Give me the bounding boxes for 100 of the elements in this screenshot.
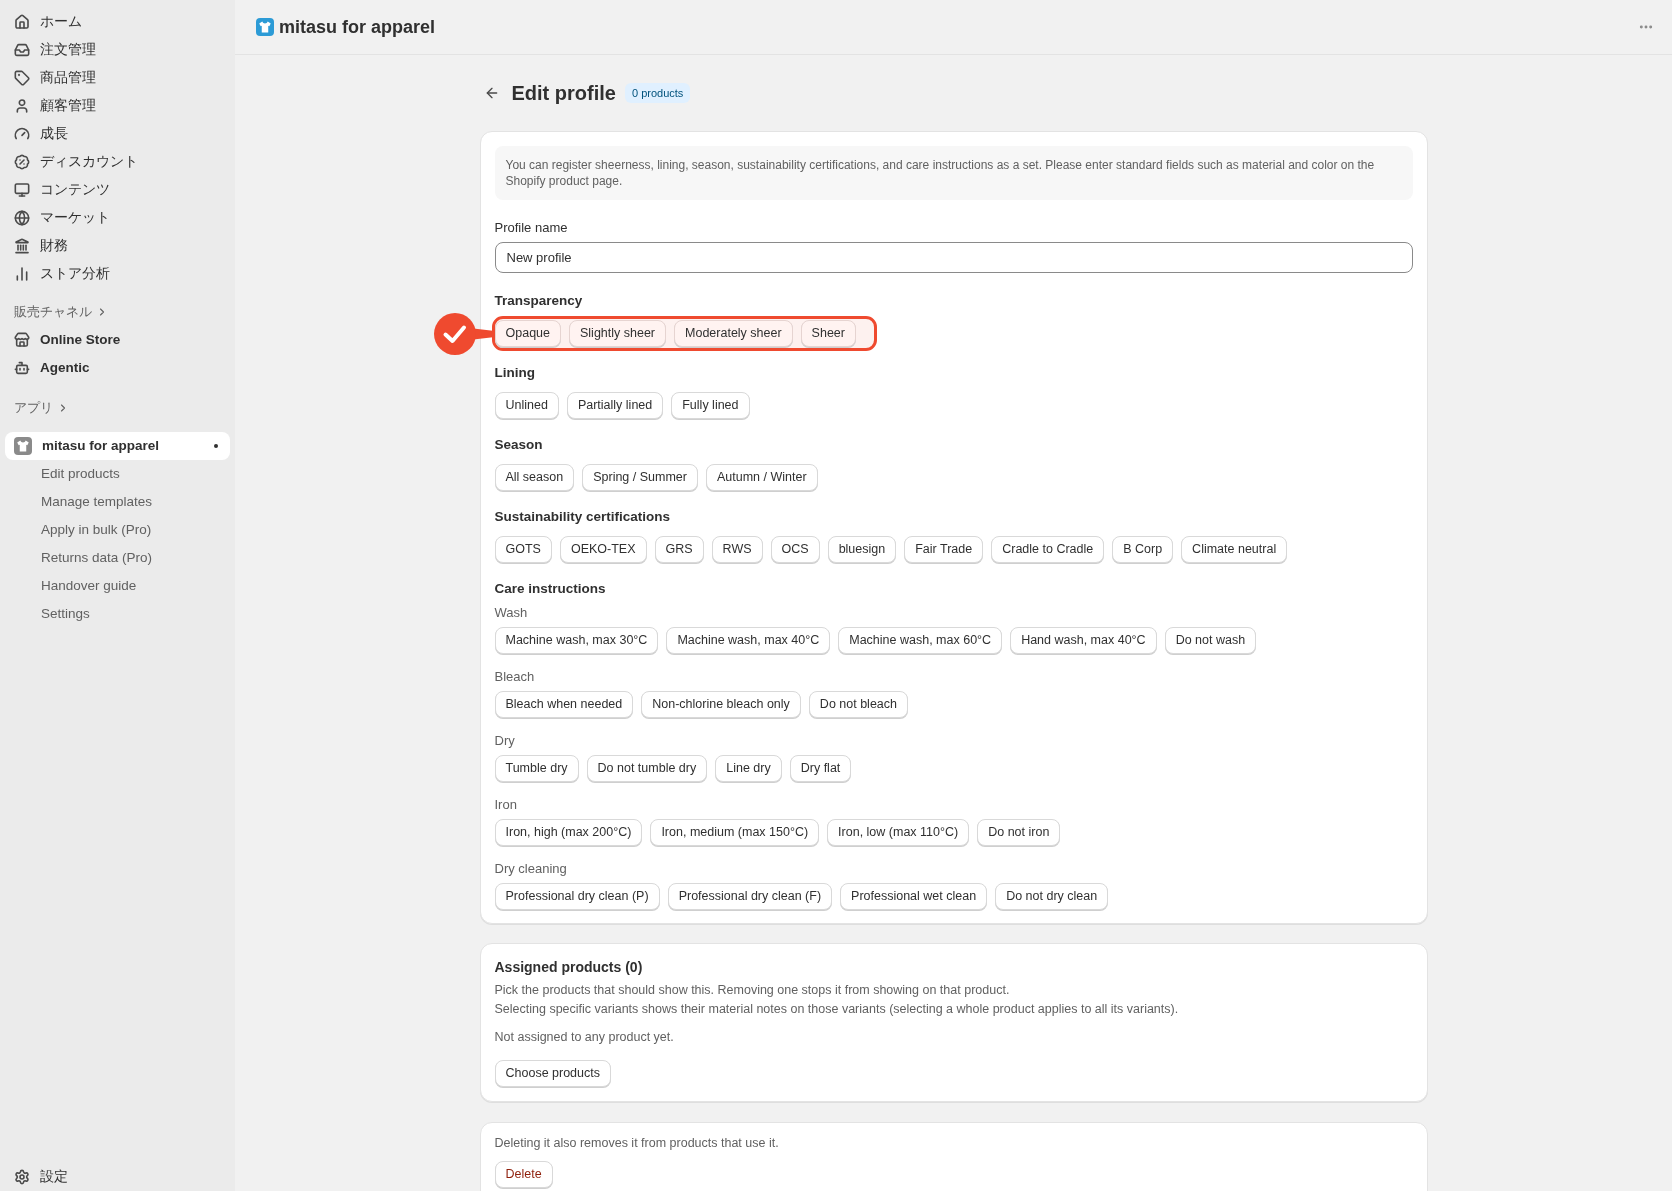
section-title: Season — [494, 436, 544, 454]
option-button[interactable]: Climate neutral — [1181, 536, 1288, 563]
sidebar-item[interactable]: 商品管理 — [5, 64, 230, 92]
field-label: Profile name — [494, 219, 569, 237]
sidebar-item[interactable]: コンテンツ — [5, 176, 230, 204]
sidebar-item[interactable]: 設定 — [5, 1163, 230, 1191]
option-button[interactable]: OCS — [770, 536, 820, 563]
option-button[interactable]: Iron, medium (max 150°C) — [650, 819, 820, 846]
option-button[interactable]: Machine wash, max 30°C — [494, 627, 659, 654]
option-button[interactable]: Machine wash, max 40°C — [666, 627, 831, 654]
option-button[interactable]: GOTS — [494, 536, 552, 563]
option-button[interactable]: RWS — [711, 536, 763, 563]
option-button[interactable]: Non-chlorine bleach only — [641, 691, 801, 718]
sidebar-item[interactable]: Online Store — [5, 326, 230, 354]
sidebar-subitem[interactable]: Edit products — [5, 460, 230, 488]
sidebar-item[interactable]: マーケット — [5, 204, 230, 232]
option-button[interactable]: Dry flat — [789, 755, 852, 782]
sidebar-subitem[interactable]: Returns data (Pro) — [5, 544, 230, 572]
option-button[interactable]: bluesign — [827, 536, 897, 563]
shirt-logo-icon — [256, 18, 274, 36]
option-button[interactable]: GRS — [654, 536, 704, 563]
option-button[interactable]: Tumble dry — [494, 755, 579, 782]
option-button[interactable]: Do not bleach — [808, 691, 908, 718]
option-button[interactable]: Spring / Summer — [582, 464, 698, 491]
option-button[interactable]: Partially lined — [566, 392, 664, 419]
sidebar-subitem[interactable]: Apply in bulk (Pro) — [5, 516, 230, 544]
option-button[interactable]: Fair Trade — [904, 536, 984, 563]
subsection-label: Bleach — [494, 668, 536, 686]
option-button[interactable]: Opaque — [494, 320, 561, 347]
option-button[interactable]: Sheer — [800, 320, 856, 347]
robot-icon — [14, 360, 30, 376]
globe-icon — [14, 210, 30, 226]
person-icon — [14, 98, 30, 114]
option-button[interactable]: Unlined — [494, 392, 559, 419]
option-button[interactable]: Autumn / Winter — [705, 464, 818, 491]
percent-badge-icon — [14, 154, 30, 170]
option-button[interactable]: Hand wash, max 40°C — [1010, 627, 1157, 654]
sidebar-subitem[interactable]: Settings — [5, 600, 230, 628]
option-button[interactable]: Cradle to Cradle — [991, 536, 1105, 563]
bank-icon — [14, 238, 30, 254]
empty-state-text: Not assigned to any product yet. — [494, 1029, 674, 1046]
profile-name-input[interactable]: New profile — [494, 242, 1413, 273]
option-button[interactable]: Do not iron — [977, 819, 1061, 846]
page-title: Edit profile — [511, 81, 616, 106]
option-button[interactable]: Slightly sheer — [569, 320, 667, 347]
product-count-badge: 0 products — [624, 83, 691, 103]
section-link[interactable]: 販売チャネル — [5, 298, 108, 326]
section-title: Lining — [494, 364, 536, 382]
section-title: Assigned products (0) — [494, 958, 643, 977]
sidebar-item[interactable]: ディスカウント — [5, 148, 230, 176]
option-button[interactable]: Machine wash, max 60°C — [838, 627, 1003, 654]
option-button[interactable]: Do not wash — [1164, 627, 1257, 654]
inbox-icon — [14, 42, 30, 58]
option-button[interactable]: Moderately sheer — [674, 320, 793, 347]
app-title: mitasu for apparel — [279, 15, 436, 39]
gauge-icon — [14, 126, 30, 142]
settings-icon — [14, 1169, 30, 1185]
section-title: Care instructions — [494, 580, 607, 598]
description-text: Pick the products that should show this. Removing one stops it from showing on that product. — [494, 982, 1011, 999]
subsection-label: Wash — [494, 604, 529, 622]
shirt-app-icon — [14, 437, 32, 455]
home-icon — [14, 14, 30, 30]
subsection-label: Iron — [494, 796, 518, 814]
option-button[interactable]: B Corp — [1112, 536, 1174, 563]
sidebar-item[interactable]: Agentic — [5, 354, 230, 382]
option-button[interactable]: OEKO-TEX — [559, 536, 647, 563]
store-icon — [14, 332, 30, 348]
tag-icon — [14, 70, 30, 86]
option-button[interactable]: Professional dry clean (P) — [494, 883, 660, 910]
option-button[interactable]: Bleach when needed — [494, 691, 634, 718]
option-button[interactable]: Professional wet clean — [840, 883, 988, 910]
sidebar-item[interactable]: 顧客管理 — [5, 92, 230, 120]
option-button[interactable]: Fully lined — [671, 392, 750, 419]
sidebar-app-item[interactable]: mitasu for apparel — [5, 432, 230, 460]
section-link[interactable]: アプリ — [5, 394, 69, 422]
notice-text: You can register sheerness, lining, season, sustainability certifications, and care instructions as a set. Please enter standard fields such as material and color on the Shopify product page. — [494, 146, 1413, 200]
option-button[interactable]: Iron, low (max 110°C) — [827, 819, 970, 846]
sidebar-item[interactable]: 成長 — [5, 120, 230, 148]
option-button[interactable]: All season — [494, 464, 575, 491]
description-text: Selecting specific variants shows their material notes on those variants (selecting a whole product applies to all its variants). — [494, 1001, 1179, 1018]
delete-warning-text: Deleting it also removes it from products that use it. — [494, 1135, 779, 1152]
section-title: Sustainability certifications — [494, 508, 672, 526]
sidebar-item[interactable]: ホーム — [5, 8, 230, 36]
option-button[interactable]: Do not dry clean — [995, 883, 1109, 910]
sidebar-subitem[interactable]: Handover guide — [5, 572, 230, 600]
delete-button[interactable]: Delete — [494, 1161, 553, 1188]
section-title: Transparency — [494, 292, 584, 310]
option-button[interactable]: Line dry — [715, 755, 782, 782]
sidebar-subitem[interactable]: Manage templates — [5, 488, 230, 516]
bar-chart-icon — [14, 266, 30, 282]
monitor-icon — [14, 182, 30, 198]
sidebar-item[interactable]: ストア分析 — [5, 260, 230, 288]
option-button[interactable]: Do not tumble dry — [586, 755, 708, 782]
sidebar-item[interactable]: 財務 — [5, 232, 230, 260]
subsection-label: Dry cleaning — [494, 860, 568, 878]
choose-products-button[interactable]: Choose products — [494, 1060, 611, 1087]
sidebar-item[interactable]: 注文管理 — [5, 36, 230, 64]
option-button[interactable]: Iron, high (max 200°C) — [494, 819, 643, 846]
option-button[interactable]: Professional dry clean (F) — [667, 883, 833, 910]
subsection-label: Dry — [494, 732, 516, 750]
